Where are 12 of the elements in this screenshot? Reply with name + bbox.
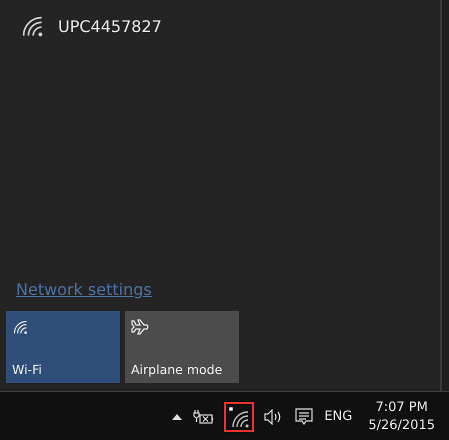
clock-date[interactable]: 5/26/2015 xyxy=(368,418,435,433)
language-indicator[interactable]: ENG xyxy=(324,409,352,424)
battery-icon[interactable] xyxy=(192,408,214,424)
quick-action-tile[interactable]: Wi-Fi xyxy=(6,311,120,383)
wifi-icon xyxy=(12,319,28,335)
airplane-icon xyxy=(131,319,149,335)
show-hidden-icons-icon[interactable] xyxy=(172,414,182,420)
notification-icon[interactable] xyxy=(294,406,314,426)
network-name[interactable]: UPC4457827 xyxy=(58,16,162,36)
wifi-signal-icon xyxy=(20,14,44,38)
clock-time[interactable]: 7:07 PM xyxy=(375,400,428,415)
quick-action-tile[interactable]: Airplane mode xyxy=(125,311,239,383)
